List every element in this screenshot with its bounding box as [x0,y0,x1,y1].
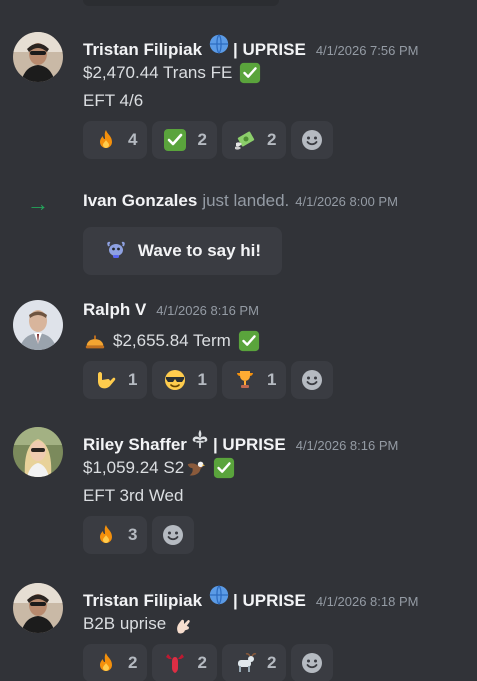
username[interactable]: Ralph V [83,300,146,320]
reaction-count: 2 [128,653,138,672]
reaction-goat[interactable]: 2 [221,644,287,681]
reaction-count: 2 [197,130,207,149]
reactions: 1 1 1 [83,361,469,399]
reactions: 3 [83,516,469,554]
join-text: just landed. [202,191,290,210]
reactions: 2 2 2 [83,644,469,681]
timestamp[interactable]: 4/1/2026 8:16 PM [296,438,399,453]
message-text: $2,655.84 Term [113,331,231,350]
pinching-hand-icon [172,612,196,636]
wave-label: Wave to say hi! [137,241,262,260]
avatar[interactable] [13,427,63,477]
trophy-icon [232,367,258,393]
reaction-count: 1 [197,370,207,389]
check-mark-icon [212,456,236,480]
username[interactable]: Tristan Filipiak [83,591,202,611]
message-text: EFT 3rd Wed [83,486,184,505]
call-me-hand-icon [93,367,119,393]
join-arrow-icon: → [27,191,49,216]
message-text: $1,059.24 S2 [83,458,185,477]
smiley-icon [299,367,325,393]
reaction-lobster[interactable]: 2 [152,644,217,681]
wave-button[interactable]: Wave to say hi! [83,227,282,275]
reaction-sunglasses[interactable]: 1 [152,361,217,399]
reactions: 4 2 2 [83,121,469,159]
add-reaction-button[interactable] [291,121,334,159]
goat-icon [232,650,258,676]
username[interactable]: Ivan Gonzales [83,191,197,211]
message-text: B2B uprise [83,614,167,633]
check-mark-icon [238,61,262,85]
money-with-wings-icon [232,127,258,153]
fire-icon [93,650,119,676]
wumpus-wave-icon [104,237,128,266]
avatar[interactable] [13,32,63,82]
fire-icon [93,522,119,548]
previous-message-reaction-stub [83,0,279,6]
check-mark-icon [162,127,188,153]
message-text: $2,470.44 Trans FE [83,63,233,82]
reaction-count: 3 [128,525,138,544]
reaction-count: 1 [266,370,277,389]
reaction-count: 1 [128,370,138,389]
add-reaction-button[interactable] [291,644,334,681]
timestamp[interactable]: 4/1/2026 8:18 PM [316,594,419,609]
fire-icon [93,127,119,153]
username[interactable]: Tristan Filipiak [83,40,202,60]
add-reaction-button[interactable] [291,361,334,399]
eagle-icon [184,456,208,480]
globe-icon [207,583,231,607]
reaction-call-me-hand[interactable]: 1 [83,361,148,399]
avatar[interactable] [13,300,63,350]
fleur-de-lis-icon [188,427,212,451]
user-tag: | UPRISE [233,591,306,610]
globe-icon [207,32,231,56]
smiley-icon [299,650,325,676]
sunglasses-face-icon [162,367,188,393]
smiley-icon [299,127,325,153]
avatar[interactable] [13,583,63,633]
add-reaction-button[interactable] [152,516,195,554]
lobster-icon [162,650,188,676]
bellhop-bell-icon [83,329,107,353]
reaction-count: 2 [266,653,277,672]
timestamp[interactable]: 4/1/2026 8:00 PM [295,194,398,209]
reaction-money-wings[interactable]: 2 [221,121,287,159]
message-text: EFT 4/6 [83,91,144,110]
user-tag: | UPRISE [233,40,306,59]
timestamp[interactable]: 4/1/2026 7:56 PM [316,43,419,58]
check-mark-icon [237,329,261,353]
smiley-icon [160,522,186,548]
reaction-fire[interactable]: 4 [83,121,148,159]
reaction-check[interactable]: 2 [152,121,217,159]
reaction-count: 2 [266,130,277,149]
reaction-fire[interactable]: 3 [83,516,148,554]
timestamp[interactable]: 4/1/2026 8:16 PM [156,303,259,318]
user-tag: | UPRISE [212,435,286,454]
reaction-count: 4 [128,130,138,149]
reaction-trophy[interactable]: 1 [221,361,287,399]
reaction-fire[interactable]: 2 [83,644,148,681]
username[interactable]: Riley Shaffer [83,435,187,455]
reaction-count: 2 [197,653,207,672]
